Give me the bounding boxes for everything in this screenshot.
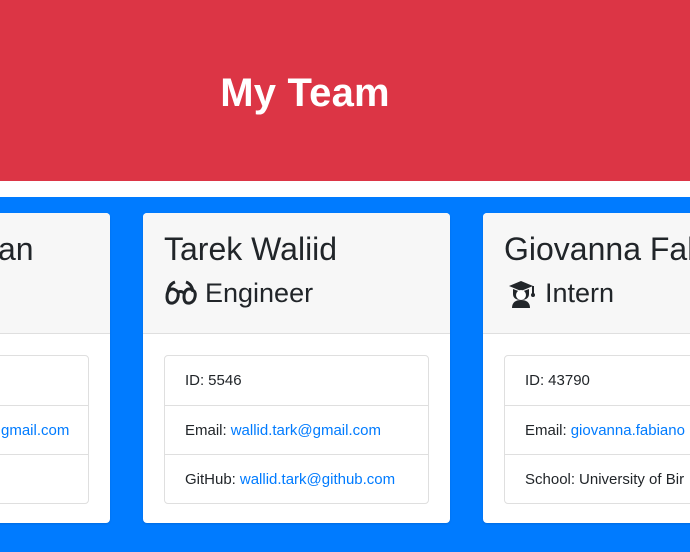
page-title: My Team: [220, 70, 390, 115]
email-link[interactable]: gmail.com: [1, 422, 69, 439]
page-header: My Team: [0, 0, 690, 181]
card-header: Tarek Waliid Engineer: [143, 213, 450, 334]
team-member-card-engineer: Tarek Waliid Engineer ID: 5546 Email: wa…: [143, 213, 450, 523]
school-value: University of Bir: [579, 470, 685, 488]
member-name: an: [0, 231, 34, 268]
team-member-card-manager: an gmail.com: [0, 213, 110, 523]
email-link[interactable]: wallid.tark@gmail.com: [231, 422, 381, 439]
card-header: an: [0, 213, 110, 334]
member-name: Giovanna Fab: [504, 231, 690, 267]
card-body: ID: 5546 Email: wallid.tark@gmail.com Gi…: [143, 334, 450, 523]
member-role: Engineer: [164, 279, 313, 307]
id-label: ID:: [185, 372, 205, 389]
member-role-label: Engineer: [205, 277, 314, 308]
team-member-card-intern: Giovanna Fab Intern ID: 43790 Email: gio…: [483, 213, 690, 523]
github-row: GitHub: wallid.tark@github.com: [165, 454, 428, 503]
github-label: GitHub:: [185, 470, 236, 488]
card-body: gmail.com: [0, 334, 110, 523]
id-value: 5546: [208, 372, 242, 389]
id-label: ID:: [525, 372, 545, 389]
card-header: Giovanna Fab Intern: [483, 213, 690, 334]
school-row: School: University of Bir: [505, 454, 690, 503]
id-row: ID: 43790: [505, 356, 690, 405]
member-info-list: ID: 43790 Email: giovanna.fabiano School…: [504, 355, 690, 504]
team-page: My Team an gmail.com Tarek Waliid Engine…: [0, 0, 690, 552]
id-row: ID: 5546: [165, 356, 428, 405]
id-value: 43790: [548, 372, 590, 389]
github-link[interactable]: wallid.tark@github.com: [240, 471, 395, 488]
school-label: School:: [525, 470, 576, 488]
member-role: Intern: [504, 277, 615, 308]
email-row: Email: giovanna.fabiano: [505, 405, 690, 454]
id-row: [0, 356, 88, 405]
office-row: [0, 454, 88, 503]
member-name-text: an: [0, 231, 34, 267]
member-info-list: ID: 5546 Email: wallid.tark@gmail.com Gi…: [164, 355, 429, 504]
member-info-list: gmail.com: [0, 355, 89, 504]
team-section: an gmail.com Tarek Waliid Engineer ID: 5…: [0, 197, 690, 552]
member-role-label: Intern: [545, 277, 615, 308]
card-body: ID: 43790 Email: giovanna.fabiano School…: [483, 334, 690, 523]
graduate-icon: [504, 279, 537, 308]
email-label: Email:: [525, 421, 567, 439]
email-link[interactable]: giovanna.fabiano: [571, 422, 685, 439]
email-row: gmail.com: [0, 405, 88, 454]
email-row: Email: wallid.tark@gmail.com: [165, 405, 428, 454]
email-label: Email:: [185, 421, 227, 439]
glasses-icon: [164, 279, 197, 307]
member-name: Tarek Waliid: [164, 231, 338, 267]
